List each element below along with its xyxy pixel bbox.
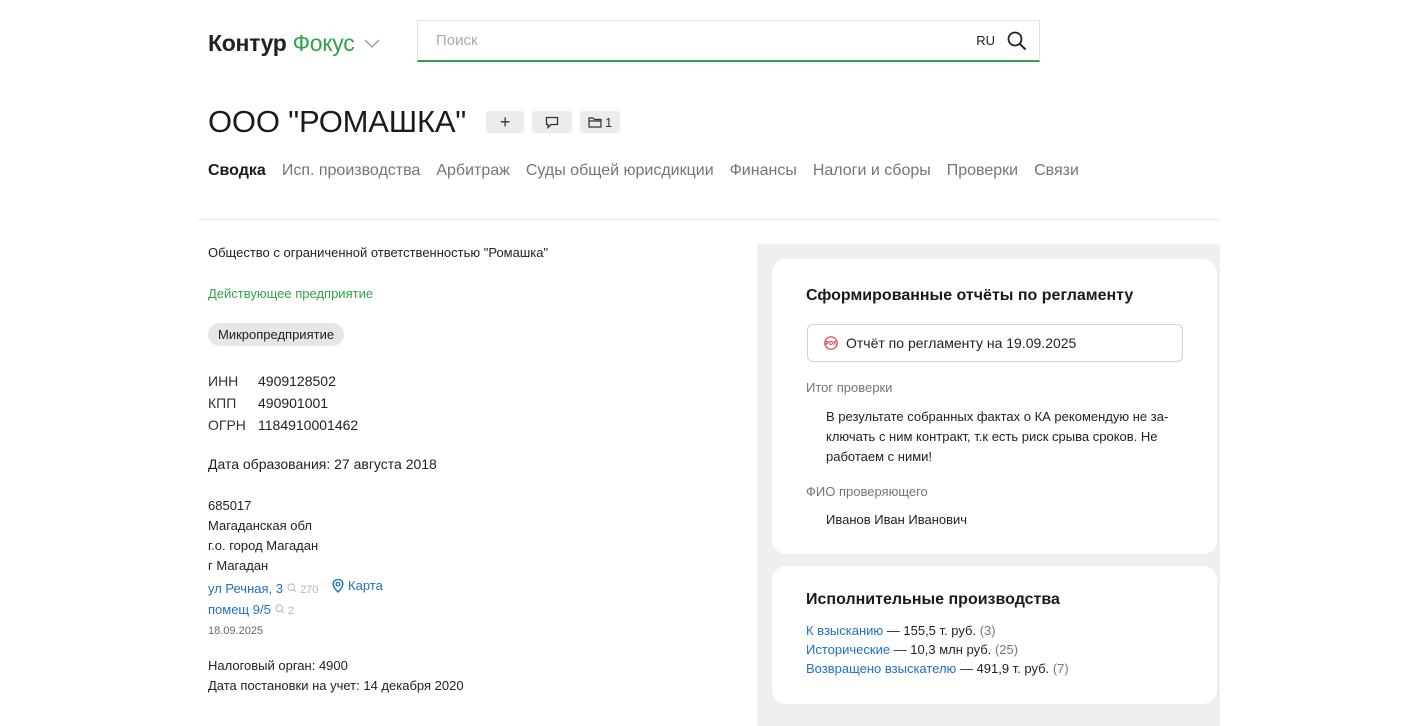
- search-input[interactable]: [436, 32, 977, 49]
- enforcement-link-returned[interactable]: Возвращено взыскателю: [806, 661, 956, 676]
- address-street-row: ул Речная, 3 270 Карта: [208, 576, 383, 600]
- status-label: Действующее предприятие: [208, 286, 374, 301]
- folder-button[interactable]: 1: [580, 111, 621, 133]
- pdf-icon: PDF: [824, 336, 838, 350]
- inspector-label: ФИО проверяющего: [806, 484, 928, 499]
- tab-enforcement[interactable]: Исп. производства: [282, 162, 421, 180]
- room-count-value: 2: [287, 605, 295, 617]
- inspector-name: Иванов Иван Иванович: [826, 512, 968, 527]
- search-icon[interactable]: [1007, 31, 1027, 51]
- address-city: г Магадан: [208, 558, 269, 573]
- tab-summary[interactable]: Сводка: [208, 162, 266, 180]
- map-label: Карта: [348, 578, 383, 593]
- add-button[interactable]: +: [486, 111, 525, 133]
- search-small-icon: [287, 583, 297, 593]
- logo-kontur: Контур: [208, 30, 287, 56]
- tab-finance[interactable]: Финансы: [730, 162, 797, 180]
- search-bar: RU: [417, 20, 1040, 62]
- page-title: ООО "РОМАШКА": [208, 104, 467, 139]
- reports-card-title: Сформированные отчёты по регламенту: [806, 287, 1134, 304]
- logo[interactable]: Контур Фокус: [208, 30, 380, 57]
- comment-icon: [545, 116, 559, 129]
- divider: [198, 219, 1220, 220]
- tab-courts[interactable]: Суды общей юрисдикции: [526, 162, 714, 180]
- tab-arbitration[interactable]: Арбитраж: [436, 162, 510, 180]
- requisites: ИНН 4909128502 КПП 490901001 ОГРН 118491000…: [208, 370, 358, 436]
- tab-connections[interactable]: Связи: [1034, 162, 1079, 180]
- address-district: г.о. город Магадан: [208, 538, 319, 553]
- chevron-down-icon[interactable]: [364, 39, 380, 49]
- room-count[interactable]: 2: [275, 604, 295, 617]
- requisite-key: ОГРН: [208, 417, 246, 433]
- enforcement-count: (3): [979, 623, 996, 638]
- language-label[interactable]: RU: [976, 33, 995, 48]
- address-zip: 685017: [208, 498, 252, 513]
- ogrn-value: 1184910001462: [258, 417, 359, 433]
- plus-label: +: [499, 111, 511, 132]
- registration-date: Дата образования: 27 августа 2018: [208, 456, 437, 472]
- size-badge: Микропредприятие: [208, 323, 345, 346]
- enforcement-card: Исполнительные производства К взысканию …: [772, 566, 1217, 704]
- address-street-link[interactable]: ул Речная, 3: [208, 581, 283, 596]
- enforcement-card-title: Исполнительные производства: [806, 591, 1060, 608]
- enforcement-list: К взысканию — 155,5 т. руб. (3) Историче…: [806, 621, 1069, 678]
- address-room-link[interactable]: помещ 9/5: [208, 602, 271, 617]
- street-count[interactable]: 270: [287, 583, 319, 596]
- title-row: ООО "РОМАШКА" + 1: [208, 104, 621, 140]
- search-small-icon: [275, 604, 285, 614]
- requisite-row-kpp: КПП 490901001: [208, 392, 358, 414]
- section-tabs: Сводка Исп. производства Арбитраж Суды о…: [208, 162, 1079, 180]
- svg-text:PDF: PDF: [825, 341, 836, 347]
- address-region: Магаданская обл: [208, 518, 312, 533]
- report-button-label: Отчёт по регламенту на 19.09.2025: [846, 335, 1077, 351]
- tab-taxes[interactable]: Налоги и сборы: [813, 162, 931, 180]
- enforcement-link-collect[interactable]: К взысканию: [806, 623, 883, 638]
- logo-fokus: Фокус: [292, 30, 355, 56]
- list-item: Исторические — 10,3 млн руб. (25): [806, 640, 1069, 659]
- reports-card: Сформированные отчёты по регламенту PDF …: [772, 259, 1217, 554]
- address-room-row: помещ 9/5 2: [208, 600, 383, 621]
- map-link[interactable]: Карта: [332, 576, 383, 596]
- list-item: Возвращено взыскателю — 491,9 т. руб. (7…: [806, 659, 1069, 678]
- enforcement-count: (25): [994, 642, 1019, 657]
- folder-count: 1: [605, 114, 613, 130]
- requisite-key: ИНН: [208, 373, 239, 389]
- kpp-value: 490901001: [258, 395, 329, 411]
- list-item: К взысканию — 155,5 т. руб. (3): [806, 621, 1069, 640]
- tax-info: Налоговый орган: 4900 Дата постановки на…: [208, 656, 464, 696]
- tax-registration-date: Дата постановки на учет: 14 декабря 2020: [208, 678, 464, 693]
- company-full-name: Общество с ограниченной ответственностью…: [208, 245, 549, 260]
- enforcement-count: (7): [1052, 661, 1069, 676]
- requisite-key: КПП: [208, 395, 237, 411]
- comment-button[interactable]: [532, 111, 573, 133]
- tax-authority: Налоговый орган: 4900: [208, 658, 348, 673]
- folder-icon: [588, 117, 602, 128]
- tab-inspections[interactable]: Проверки: [947, 162, 1018, 180]
- street-count-value: 270: [300, 584, 319, 596]
- result-text: В результате собранных фактах о КА реком…: [826, 409, 1169, 464]
- enforcement-link-historical[interactable]: Исторические: [806, 642, 890, 657]
- address-date: 18.09.2025: [208, 625, 264, 637]
- location-pin-icon: [332, 579, 344, 593]
- address-block: 685017 Магаданская обл г.о. город Магада…: [208, 496, 383, 641]
- result-label: Итог проверки: [806, 380, 893, 395]
- report-button[interactable]: PDF Отчёт по регламенту на 19.09.2025: [807, 324, 1183, 362]
- enforcement-amount: — 155,5 т. руб.: [883, 623, 977, 638]
- enforcement-amount: — 491,9 т. руб.: [956, 661, 1050, 676]
- requisite-row-inn: ИНН 4909128502: [208, 370, 358, 392]
- inn-value: 4909128502: [258, 373, 336, 389]
- requisite-row-ogrn: ОГРН 1184910001462: [208, 414, 358, 436]
- enforcement-amount: — 10,3 млн руб.: [890, 642, 992, 657]
